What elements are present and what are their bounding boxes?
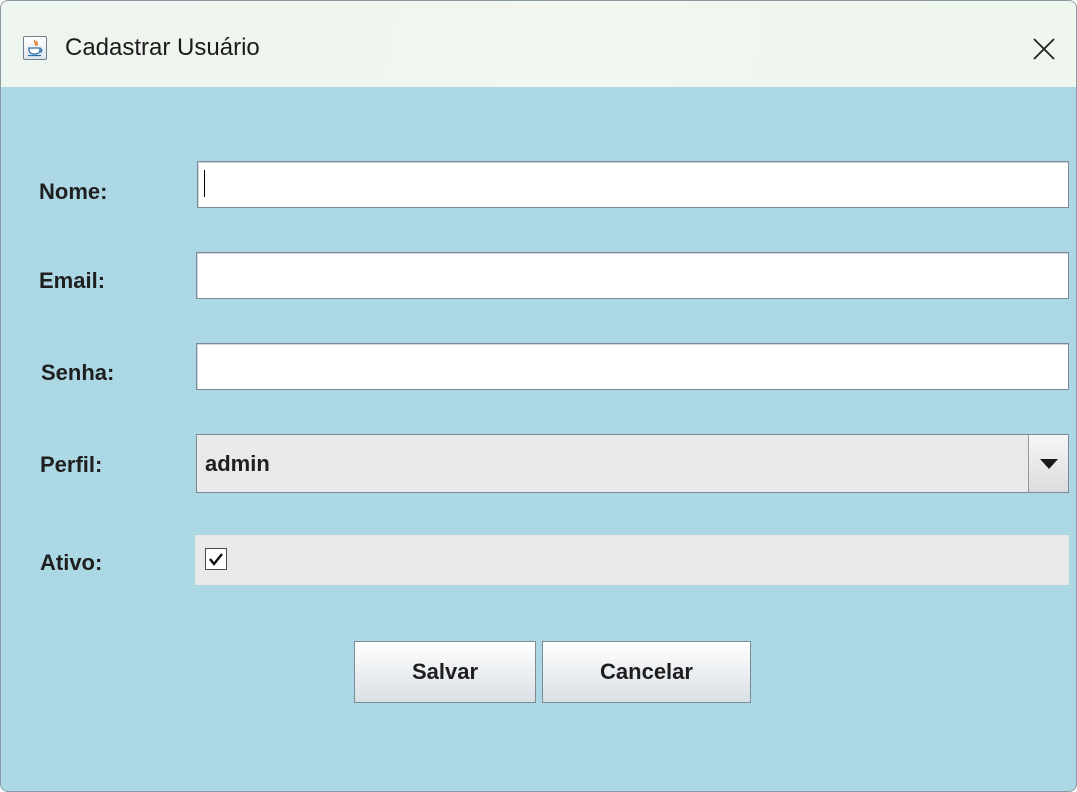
senha-field[interactable]: [196, 343, 1069, 390]
ativo-checkbox[interactable]: [205, 548, 227, 570]
ativo-label: Ativo:: [40, 550, 103, 575]
cancelar-button[interactable]: Cancelar: [542, 641, 751, 703]
email-field[interactable]: [196, 252, 1069, 299]
perfil-combobox[interactable]: admin: [196, 434, 1069, 493]
ativo-row: [195, 535, 1069, 585]
close-button[interactable]: [1024, 29, 1064, 69]
checkmark-icon: [209, 553, 223, 566]
dialog-window: Cadastrar Usuário Nome: Email: Senha: Pe…: [0, 0, 1077, 792]
text-caret: [204, 170, 205, 197]
senha-input[interactable]: [197, 344, 1068, 389]
nome-field[interactable]: [197, 161, 1069, 208]
email-label: Email:: [39, 268, 106, 293]
close-icon: [1033, 38, 1055, 60]
dropdown-arrow-button[interactable]: [1028, 435, 1068, 492]
email-input[interactable]: [197, 253, 1068, 298]
perfil-label: Perfil:: [40, 452, 103, 477]
nome-label: Nome:: [39, 179, 108, 204]
java-cup-icon: [23, 36, 47, 60]
chevron-down-icon: [1040, 459, 1058, 469]
window-title: Cadastrar Usuário: [65, 34, 260, 61]
nome-input[interactable]: [198, 162, 1068, 207]
perfil-selected-value: admin: [205, 451, 270, 476]
salvar-button[interactable]: Salvar: [354, 641, 536, 703]
title-bar: Cadastrar Usuário: [1, 1, 1076, 87]
senha-label: Senha:: [41, 360, 115, 385]
